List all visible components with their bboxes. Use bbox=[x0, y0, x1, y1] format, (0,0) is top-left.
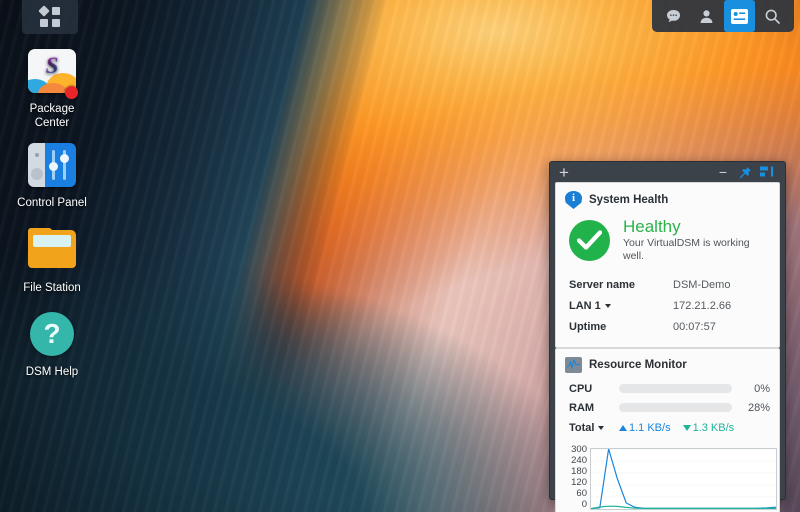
system-health-title: System Health bbox=[589, 194, 669, 206]
collapse-icon[interactable] bbox=[756, 162, 778, 182]
cpu-label: CPU bbox=[569, 382, 593, 395]
info-key: LAN 1 bbox=[569, 300, 673, 312]
health-status-text: Healthy bbox=[623, 217, 681, 236]
search-icon[interactable] bbox=[757, 0, 788, 32]
cpu-progress-bar bbox=[619, 384, 732, 393]
desktop-icon-label: Package bbox=[29, 103, 75, 115]
info-value: 172.21.2.66 bbox=[673, 299, 732, 312]
info-row-lan[interactable]: LAN 1 172.21.2.66 bbox=[569, 295, 770, 316]
dsm-help-icon: ? bbox=[28, 312, 76, 360]
info-shield-icon: i bbox=[565, 191, 582, 209]
info-key: Server name bbox=[569, 278, 636, 291]
desktop[interactable]: S Package Center Control Panel File Stat… bbox=[0, 0, 800, 512]
widget-panel-titlebar: + − bbox=[555, 162, 780, 182]
user-options-icon[interactable] bbox=[691, 0, 722, 32]
chart-ytick: 300 bbox=[571, 444, 587, 455]
desktop-icon-label: DSM Help bbox=[25, 366, 79, 378]
control-panel-icon bbox=[28, 143, 76, 191]
info-value: 00:07:57 bbox=[673, 320, 716, 333]
cpu-value: 0% bbox=[754, 382, 770, 395]
ram-row: RAM 28% bbox=[569, 398, 770, 417]
network-chart: 300 240 180 120 60 0 bbox=[556, 444, 779, 512]
chart-plot-area bbox=[590, 448, 777, 510]
chevron-down-icon[interactable] bbox=[598, 426, 605, 431]
ram-progress-bar bbox=[619, 403, 732, 412]
notifications-icon[interactable] bbox=[658, 0, 689, 32]
desktop-icon-file-station[interactable]: File Station bbox=[0, 224, 104, 295]
taskbar bbox=[0, 0, 800, 34]
chart-y-axis: 300 240 180 120 60 0 bbox=[560, 444, 590, 510]
desktop-icon-control-panel[interactable]: Control Panel bbox=[0, 140, 104, 210]
system-info-list: Server name DSM-Demo LAN 1 172.21.2.66 U… bbox=[556, 274, 779, 347]
taskbar-tray bbox=[652, 0, 794, 32]
add-widget-button[interactable]: + bbox=[559, 164, 577, 181]
file-station-icon bbox=[28, 228, 76, 276]
ram-value: 28% bbox=[747, 401, 770, 414]
main-menu-button[interactable] bbox=[22, 0, 78, 34]
total-label: Total bbox=[569, 422, 619, 434]
desktop-icon-label-2: Center bbox=[34, 117, 70, 129]
health-message: Your VirtualDSM is working well. bbox=[623, 237, 750, 262]
desktop-icon-label: Control Panel bbox=[17, 197, 87, 209]
desktop-icon-package-center[interactable]: S Package Center bbox=[0, 46, 104, 130]
arrow-down-icon bbox=[682, 425, 691, 432]
question-mark-glyph: ? bbox=[30, 312, 74, 356]
network-row[interactable]: Total 1.1 KB/s 1.3 KB/s bbox=[569, 417, 770, 439]
info-row-uptime: Uptime 00:07:57 bbox=[569, 316, 770, 337]
update-badge bbox=[65, 86, 78, 99]
info-key: Uptime bbox=[569, 320, 607, 333]
ram-label: RAM bbox=[569, 401, 595, 414]
cpu-row: CPU 0% bbox=[569, 379, 770, 398]
chart-series-upload bbox=[591, 449, 776, 509]
chart-ytick: 0 bbox=[581, 499, 587, 510]
info-value: DSM-Demo bbox=[673, 278, 731, 291]
resource-monitor-card: Resource Monitor CPU 0% RAM 28% Total 1.… bbox=[555, 348, 780, 512]
resource-monitor-header: Resource Monitor bbox=[556, 349, 779, 379]
arrow-up-icon bbox=[619, 425, 627, 432]
upload-rate: 1.1 KB/s bbox=[619, 422, 671, 434]
widgets-icon[interactable] bbox=[724, 0, 755, 32]
chart-ytick: 120 bbox=[571, 477, 587, 488]
package-center-icon: S bbox=[28, 49, 78, 99]
grid-icon bbox=[38, 5, 60, 27]
download-rate: 1.3 KB/s bbox=[682, 422, 734, 434]
health-status-row: Healthy Your VirtualDSM is working well. bbox=[556, 215, 779, 274]
resource-monitor-title: Resource Monitor bbox=[589, 359, 687, 371]
resource-monitor-body: CPU 0% RAM 28% Total 1.1 KB/s 1.3 KB/s bbox=[556, 379, 779, 446]
resource-monitor-icon bbox=[565, 357, 582, 373]
widget-panel: + − i System Health Healthy Your Virtual… bbox=[549, 161, 786, 512]
chart-series-download bbox=[591, 506, 776, 508]
system-health-card: i System Health Healthy Your VirtualDSM … bbox=[555, 182, 780, 348]
info-row-server-name: Server name DSM-Demo bbox=[569, 274, 770, 295]
desktop-icon-dsm-help[interactable]: ? DSM Help bbox=[0, 310, 104, 379]
desktop-icon-label: File Station bbox=[23, 282, 81, 294]
chart-ytick: 60 bbox=[576, 488, 587, 499]
chart-ytick: 240 bbox=[571, 455, 587, 466]
check-circle-icon bbox=[569, 219, 610, 261]
chevron-down-icon[interactable] bbox=[604, 303, 611, 308]
system-health-header: i System Health bbox=[556, 183, 779, 215]
minimize-button[interactable]: − bbox=[712, 162, 734, 182]
chart-ytick: 180 bbox=[571, 466, 587, 477]
pin-icon[interactable] bbox=[734, 162, 756, 182]
